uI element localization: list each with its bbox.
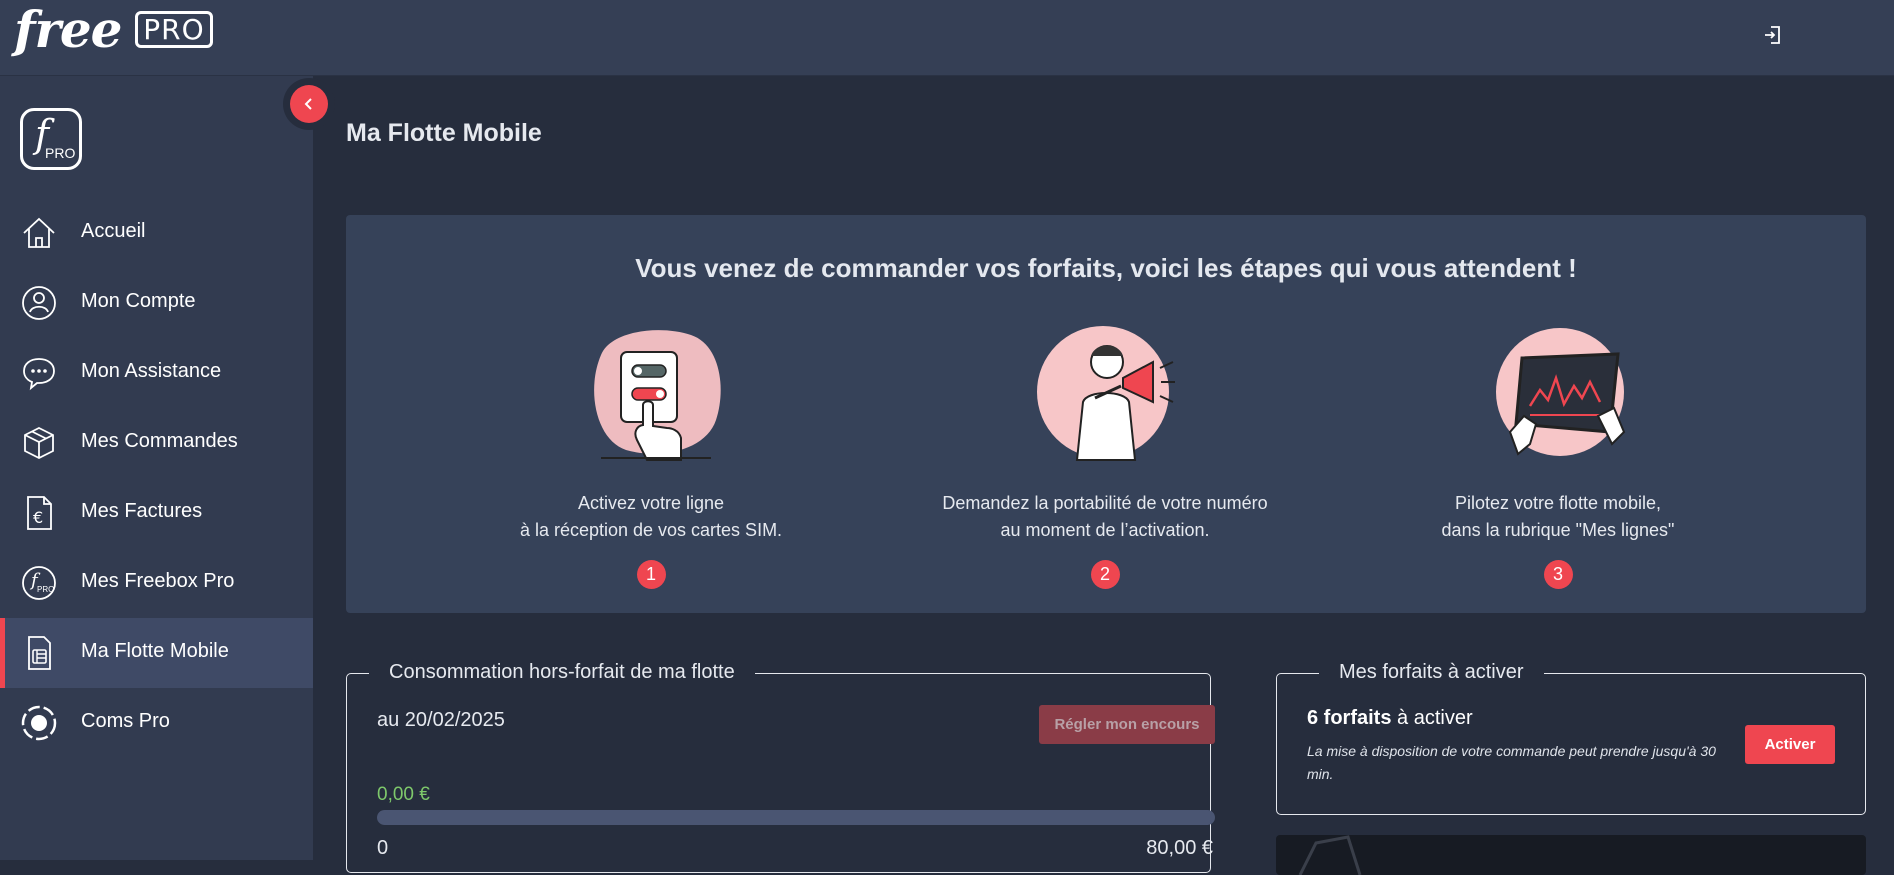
sidebar-item-label: Mes Commandes [81, 430, 238, 452]
step-text: Activez votre ligne à la réception de vo… [519, 493, 783, 540]
svg-text:PRO: PRO [45, 145, 75, 161]
next-steps-card: Vous venez de commander vos forfaits, vo… [346, 215, 1866, 613]
plans-to-activate-panel: Mes forfaits à activer 6 forfaits à acti… [1276, 661, 1866, 815]
consumption-panel: Consommation hors-forfait de ma flotte a… [346, 661, 1215, 873]
page-title: Ma Flotte Mobile [346, 119, 542, 147]
step-number-badge: 2 [1090, 560, 1120, 589]
sidebar-item-label: Accueil [81, 220, 146, 242]
svg-text:€: € [33, 508, 43, 527]
svg-text:PRO: PRO [37, 585, 54, 594]
promo-banner[interactable] [1276, 835, 1866, 875]
plans-note: La mise à disposition de votre commande … [1307, 743, 1716, 782]
sidebar-item-label: Ma Flotte Mobile [81, 640, 229, 662]
activate-sim-illustration [594, 330, 721, 461]
panel-legend: Consommation hors-forfait de ma flotte [369, 661, 755, 684]
free-logo[interactable]: free [14, 2, 122, 58]
sidebar-item-ma-flotte-mobile[interactable]: Ma Flotte Mobile [0, 618, 313, 688]
step-text: Demandez la portabilité de votre numéro … [942, 493, 1268, 540]
panel-legend: Mes forfaits à activer [1319, 661, 1544, 684]
step-text: Pilotez votre flotte mobile, dans la rub… [1441, 493, 1675, 540]
home-icon [23, 217, 55, 248]
consumption-progress-bar [377, 810, 1215, 825]
freebox-icon: f PRO [22, 566, 56, 600]
activate-button[interactable]: Activer [1745, 725, 1835, 764]
sidebar-item-mon-assistance[interactable]: Mon Assistance [0, 338, 313, 408]
sidebar-item-label: Coms Pro [81, 710, 170, 732]
sidebar-item-mon-compte[interactable]: Mon Compte [0, 268, 313, 338]
pay-balance-button[interactable]: Régler mon encours [1039, 705, 1215, 744]
package-icon [24, 426, 54, 460]
invoice-icon: € [27, 496, 52, 530]
progress-min-label: 0 [377, 837, 389, 859]
top-bar: free PRO [0, 0, 1894, 76]
sim-card-icon [28, 636, 51, 670]
sidebar-item-label: Mes Factures [81, 500, 203, 522]
user-icon [22, 286, 56, 320]
coms-icon [21, 705, 57, 741]
sidebar-item-mes-commandes[interactable]: Mes Commandes [0, 408, 313, 478]
logout-icon[interactable] [1762, 24, 1784, 46]
sidebar-item-accueil[interactable]: Accueil [0, 198, 313, 268]
consumption-date: au 20/02/2025 [377, 709, 505, 731]
megaphone-illustration [1037, 326, 1175, 461]
sidebar-item-mes-factures[interactable]: € Mes Factures [0, 478, 313, 548]
sidebar-item-mes-freebox-pro[interactable]: f PRO Mes Freebox Pro [0, 548, 313, 618]
pro-logo-badge[interactable]: PRO [135, 11, 213, 48]
step-activate-line: Activez votre ligne à la réception de vo… [451, 320, 851, 589]
sidebar-item-label: Mon Assistance [81, 360, 222, 382]
step-manage-fleet: Pilotez votre flotte mobile, dans la rub… [1358, 320, 1758, 589]
chevron-left-icon [304, 98, 312, 110]
steps-headline: Vous venez de commander vos forfaits, vo… [635, 253, 1577, 283]
plans-count: 6 forfaits à activer [1307, 707, 1473, 729]
tablet-dashboard-illustration [1496, 328, 1626, 456]
sidebar-item-label: Mon Compte [81, 290, 196, 312]
collapse-sidebar-button[interactable] [290, 85, 328, 123]
step-number-badge: 1 [636, 560, 666, 589]
promo-banner-graphic [1298, 835, 1362, 875]
step-number-badge: 3 [1543, 560, 1573, 589]
chat-icon [23, 358, 55, 391]
consumption-amount: 0,00 € [377, 784, 430, 805]
sidebar-item-coms-pro[interactable]: Coms Pro [0, 688, 313, 758]
sidebar-item-label: Mes Freebox Pro [81, 570, 235, 592]
freebox-pro-brand-icon: f PRO [20, 108, 82, 170]
step-portability: Demandez la portabilité de votre numéro … [905, 320, 1305, 589]
progress-max-label: 80,00 € [1146, 837, 1213, 859]
